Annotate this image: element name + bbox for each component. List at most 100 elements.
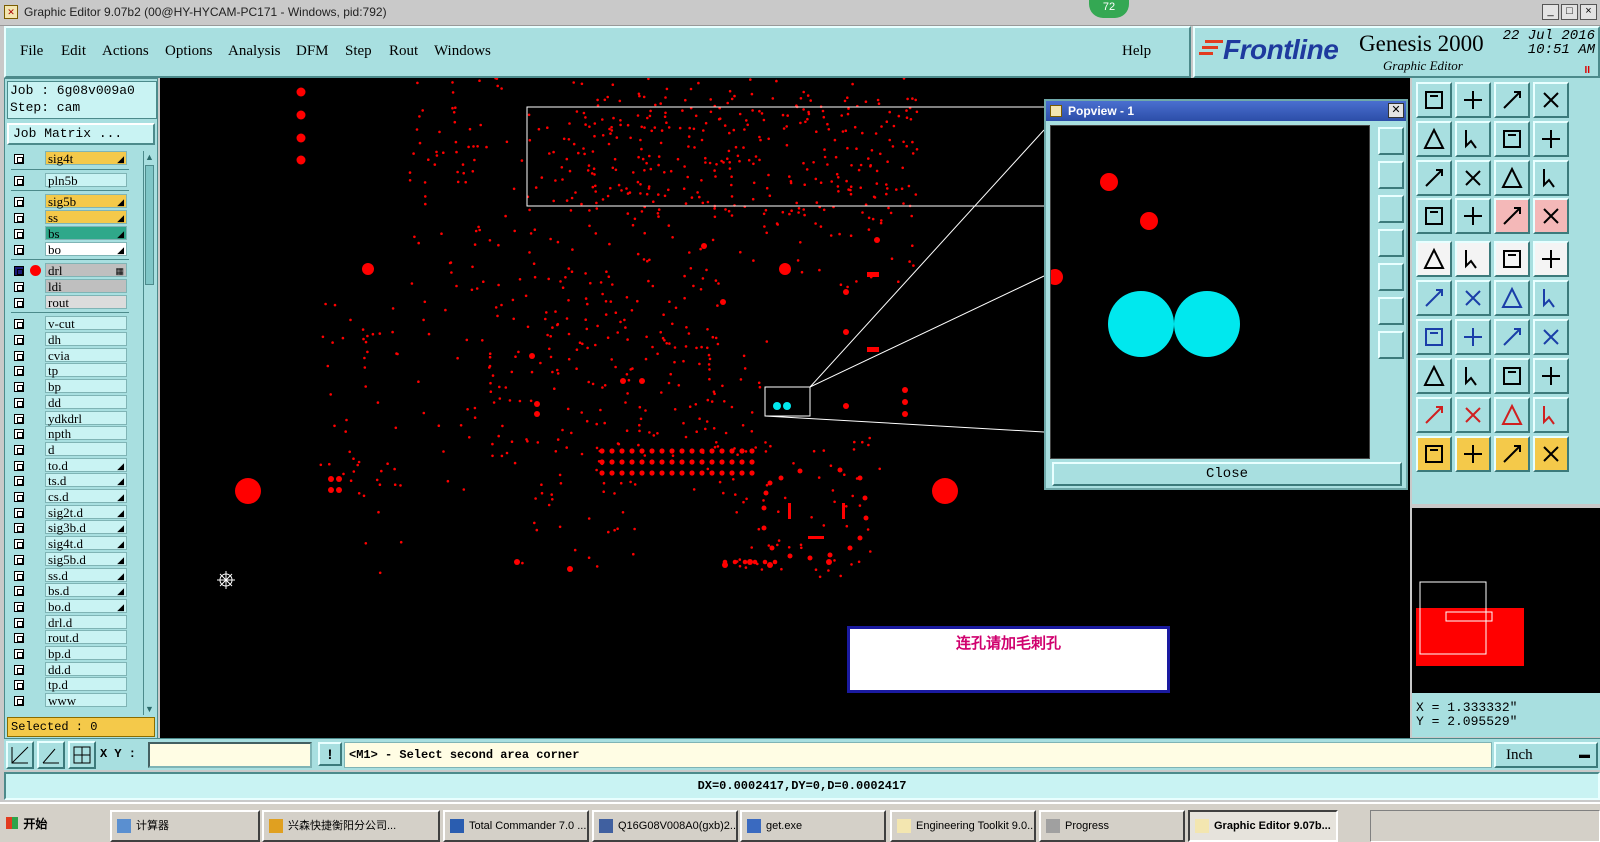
warning-tool-button[interactable]	[1416, 397, 1452, 433]
layer-checkbox[interactable]	[14, 350, 24, 361]
layer-checkbox[interactable]	[14, 444, 24, 455]
layer-name[interactable]: dd	[45, 394, 127, 409]
layer-name[interactable]: rout	[45, 294, 127, 309]
layer-name[interactable]: sig4t ◢	[45, 151, 127, 166]
triangle-tool-button[interactable]	[1455, 397, 1491, 433]
layer-checkbox[interactable]	[14, 154, 24, 164]
layer-row[interactable]: rout.d	[7, 630, 143, 645]
layer-checkbox[interactable]	[14, 680, 24, 691]
warning-button[interactable]: !	[318, 742, 342, 766]
layer-name[interactable]: sig3b.d ◢	[45, 520, 127, 535]
layer-row[interactable]: sig3b.d ◢	[7, 520, 143, 535]
layer-name[interactable]: to.d ◢	[45, 457, 127, 472]
grid-mode-button[interactable]	[68, 741, 96, 769]
layer-checkbox[interactable]	[14, 570, 24, 581]
layer-checkbox[interactable]	[14, 586, 24, 597]
layer-name[interactable]: sig2t.d ◢	[45, 504, 127, 519]
layer-row[interactable]: ldi	[7, 278, 143, 294]
menu-dfm[interactable]: DFM	[296, 43, 329, 60]
layer-checkbox[interactable]	[14, 244, 24, 255]
layer-row[interactable]: rout	[7, 294, 143, 310]
layer-row[interactable]: drl.d	[7, 614, 143, 630]
popview-fit-tool[interactable]	[1378, 297, 1404, 325]
layer-name[interactable]: cvia	[45, 347, 127, 362]
layer-name[interactable]: drl.d	[45, 614, 127, 629]
layer-checkbox[interactable]	[14, 397, 24, 408]
layer-row[interactable]: bs ◢	[7, 225, 143, 241]
layer-row[interactable]: d	[7, 441, 143, 457]
minimize-button[interactable]: _	[1542, 4, 1559, 20]
fit-tool-button[interactable]	[1416, 160, 1452, 196]
scroll-up-arrow-icon[interactable]: ▲	[144, 151, 155, 163]
layer-checkbox[interactable]	[14, 539, 24, 550]
signal-tool-button[interactable]	[1494, 198, 1530, 234]
angle-mode-button[interactable]	[37, 741, 65, 769]
fillet-tool-button[interactable]	[1533, 397, 1569, 433]
taskbar-task[interactable]: 计算器	[110, 810, 260, 842]
flip-tool-button[interactable]	[1494, 121, 1530, 157]
menu-windows[interactable]: Windows	[434, 43, 491, 60]
layer-name[interactable]: sig5b.d ◢	[45, 551, 127, 566]
layer-checkbox[interactable]	[14, 281, 24, 292]
menu-analysis[interactable]: Analysis	[228, 43, 281, 60]
net-tool-button[interactable]	[1416, 280, 1452, 316]
layer-checkbox[interactable]	[14, 523, 24, 534]
layer-row[interactable]: cvia	[7, 347, 143, 363]
layer-checkbox[interactable]	[14, 664, 24, 675]
layer-row[interactable]: dh	[7, 332, 143, 347]
cross-tool-button[interactable]	[1455, 280, 1491, 316]
popview-close-button[interactable]: Close	[1052, 462, 1402, 486]
select-area-tool-button[interactable]	[1494, 436, 1530, 472]
close-window-button[interactable]: ×	[1580, 4, 1597, 20]
job-matrix-button[interactable]: Job Matrix ...	[7, 123, 155, 145]
layer-row[interactable]: bp	[7, 379, 143, 394]
xy-input[interactable]	[148, 742, 312, 768]
scroll-thumb[interactable]	[145, 165, 154, 285]
edit-line-tool-button[interactable]	[1533, 280, 1569, 316]
layer-row[interactable]: drl ▦	[7, 263, 143, 278]
arc-tool-button[interactable]	[1494, 397, 1530, 433]
import-tool-button[interactable]	[1416, 121, 1452, 157]
popview-left-tool[interactable]	[1378, 229, 1404, 257]
copy-tool-button[interactable]	[1533, 358, 1569, 394]
layer-name[interactable]: rout.d	[45, 630, 127, 645]
popview-pan-tool[interactable]	[1378, 331, 1404, 359]
window-tool-button[interactable]	[1533, 82, 1569, 118]
export-tool-button[interactable]	[1455, 121, 1491, 157]
menu-edit[interactable]: Edit	[61, 43, 86, 60]
fill-tool-button[interactable]	[1533, 241, 1569, 277]
taskbar-task[interactable]: Total Commander 7.0 ...	[443, 810, 589, 842]
layer-row[interactable]: dd.d	[7, 661, 143, 677]
scale-tool-button[interactable]	[1494, 160, 1530, 196]
layer-row[interactable]: bo ◢	[7, 241, 143, 257]
layer-row[interactable]: sig5b.d ◢	[7, 551, 143, 567]
layer-name[interactable]: tp.d	[45, 677, 127, 692]
layer-checkbox[interactable]	[14, 213, 24, 224]
menu-options[interactable]: Options	[165, 43, 213, 60]
taskbar-task[interactable]: get.exe	[740, 810, 886, 842]
layer-name[interactable]: ts.d ◢	[45, 473, 127, 488]
layer-checkbox[interactable]	[14, 649, 24, 659]
scroll-down-arrow-icon[interactable]: ▼	[144, 703, 155, 715]
popview-down-tool[interactable]	[1378, 195, 1404, 223]
layer-row[interactable]: www	[7, 693, 143, 708]
layer-row[interactable]: sig5b ◢	[7, 194, 143, 209]
layer-name[interactable]: www	[45, 693, 127, 708]
menu-actions[interactable]: Actions	[102, 43, 149, 60]
taskbar-task[interactable]: 兴森快捷衡阳分公司...	[262, 810, 440, 842]
layer-name[interactable]: ydkdrl	[45, 410, 127, 425]
align-tool-button[interactable]	[1533, 121, 1569, 157]
layer-name[interactable]: ldi	[45, 278, 127, 293]
layer-row[interactable]: ts.d ◢	[7, 473, 143, 488]
maximize-button[interactable]: □	[1561, 4, 1578, 20]
layer-checkbox[interactable]	[14, 197, 24, 208]
draw-line-tool-button[interactable]	[1416, 319, 1452, 355]
popview-right-tool[interactable]	[1378, 263, 1404, 291]
layer-name[interactable]: ss.d ◢	[45, 567, 127, 582]
snap-mode-button[interactable]	[6, 741, 34, 769]
taskbar-task[interactable]: Graphic Editor 9.07b...	[1188, 810, 1338, 842]
layer-name[interactable]: bo.d ◢	[45, 598, 127, 613]
layer-name[interactable]: bp	[45, 379, 127, 394]
menu-rout[interactable]: Rout	[389, 43, 418, 60]
layer-checkbox[interactable]	[14, 554, 24, 565]
